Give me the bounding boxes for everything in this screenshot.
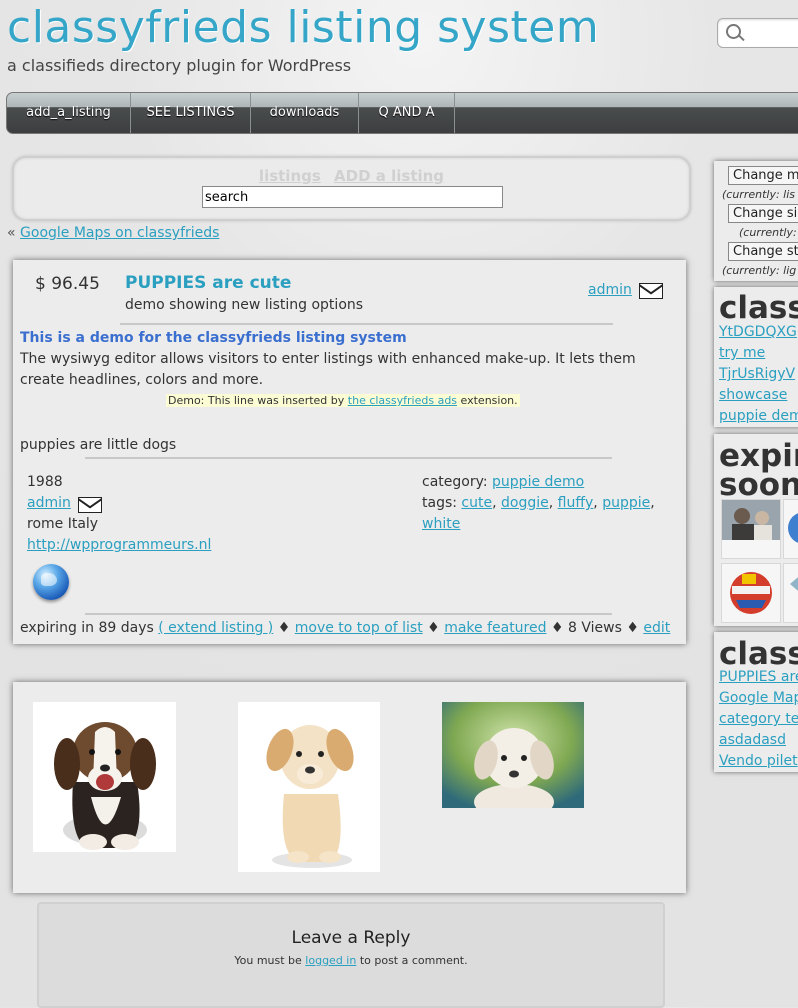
demo-heading: This is a demo for the classyfrieds list… [20, 330, 407, 346]
listing-search-panel: listings ADD a listing [12, 156, 691, 221]
reply-note: You must be logged in to post a comment. [234, 954, 468, 967]
recent-link[interactable]: PUPPIES are [719, 669, 798, 685]
login-link[interactable]: logged in [305, 954, 356, 967]
email-icon[interactable] [639, 283, 663, 299]
make-featured-link[interactable]: make featured [444, 620, 546, 636]
expiring-thumb[interactable] [721, 563, 781, 623]
image-gallery [13, 682, 686, 893]
expiring-thumb[interactable] [783, 499, 798, 559]
tag-link[interactable]: cute [461, 495, 492, 511]
separator: ♦ [277, 620, 291, 636]
tag-link[interactable]: fluffy [558, 495, 594, 511]
separator: ♦ [626, 620, 639, 636]
puppy-image-beagle[interactable] [33, 702, 176, 852]
extend-listing-link[interactable]: ( extend listing ) [158, 620, 273, 636]
author-link[interactable]: admin [588, 282, 632, 298]
current-setting: (currently: lis [722, 188, 796, 201]
website-link[interactable]: http://wpprogrammeurs.nl [27, 537, 211, 553]
listing-footer: expiring in 89 days ( extend listing ) ♦… [20, 620, 670, 636]
nav-downloads[interactable]: downloads [251, 93, 359, 133]
classified-link[interactable]: try me [719, 345, 765, 361]
search-icon [726, 24, 741, 39]
separator: ♦ [550, 620, 564, 636]
sidebar-expiring-soon: expir soon [714, 434, 798, 626]
listing-title[interactable]: PUPPIES are cute [125, 273, 291, 293]
header-search-input[interactable] [717, 18, 798, 48]
globe-icon[interactable] [33, 564, 69, 600]
widget-heading: soon [719, 467, 798, 503]
listing-location: rome Italy [27, 516, 99, 532]
email-icon[interactable] [78, 497, 102, 513]
site-title[interactable]: classyfrieds listing system [7, 0, 599, 56]
author-link-small[interactable]: admin [27, 495, 71, 511]
listing-meta-right: category: puppie demo tags: cute, doggie… [422, 474, 655, 532]
move-to-top-link[interactable]: move to top of list [295, 620, 423, 636]
change-button[interactable]: Change m [728, 166, 798, 185]
recent-link[interactable]: asdadasd [719, 732, 786, 748]
expiring-thumb[interactable] [783, 563, 798, 623]
category-link[interactable]: puppie demo [492, 474, 584, 490]
demo-body: The wysiwyg editor allows visitors to en… [20, 351, 636, 388]
sidebar-style-switcher: Change m (currently: lis Change si (curr… [714, 161, 798, 281]
reply-title: Leave a Reply [291, 928, 411, 948]
divider [85, 457, 612, 459]
classified-link[interactable]: YtDGDQXG [719, 324, 797, 340]
sidebar-recent-classifieds: class PUPPIES are Google Map category te… [714, 632, 798, 772]
extension-link[interactable]: the classyfrieds ads [348, 394, 457, 407]
expiring-text: expiring in 89 days [20, 620, 154, 636]
divider [120, 323, 613, 325]
listing-year: 1988 [27, 474, 63, 490]
tag-link[interactable]: doggie [501, 495, 549, 511]
listing-price: $ 96.45 [35, 274, 100, 294]
add-listing-link[interactable]: ADD a listing [334, 167, 444, 185]
listing-subtitle: demo showing new listing options [125, 297, 364, 313]
puppy-image-white-grass[interactable] [442, 702, 584, 820]
tags-label: tags: [422, 495, 457, 511]
breadcrumb: « Google Maps on classyfrieds [7, 225, 219, 241]
back-arrow-icon: « [7, 225, 16, 241]
comment-section: Leave a Reply You must be logged in to p… [37, 902, 665, 1008]
tag-link[interactable]: white [422, 516, 460, 532]
tag-link[interactable]: puppie [602, 495, 650, 511]
edit-link[interactable]: edit [643, 620, 670, 636]
category-label: category: [422, 474, 488, 490]
listing-card: $ 96.45 PUPPIES are cute demo showing ne… [13, 260, 686, 644]
nav-see-listings[interactable]: SEE LISTINGS [131, 93, 251, 133]
inserted-note: Demo: This line was inserted by the clas… [166, 394, 520, 407]
widget-heading: class [719, 636, 798, 672]
current-setting: (currently: lig [722, 264, 797, 277]
change-button[interactable]: Change si [728, 204, 798, 223]
puppy-image-cream-sitting[interactable] [238, 702, 380, 872]
nav-add-listing[interactable]: add_a_listing [7, 93, 131, 133]
classified-link[interactable]: puppie dem [719, 408, 798, 424]
sidebar-classifieds: class YtDGDQXG try me TjrUsRigyV showcas… [714, 287, 798, 427]
separator: ♦ [427, 620, 440, 636]
previous-post-link[interactable]: Google Maps on classyfrieds [20, 225, 219, 241]
listings-link[interactable]: listings [259, 167, 321, 185]
classified-link[interactable]: TjrUsRigyV [719, 366, 795, 382]
views-count: 8 Views [567, 620, 622, 636]
change-button[interactable]: Change st [728, 242, 798, 261]
listing-search-input[interactable] [202, 186, 503, 208]
current-setting: (currently: [739, 226, 797, 239]
listing-description: puppies are little dogs [20, 437, 177, 453]
listing-meta-left: 1988 admin rome Italy http://wpprogramme… [27, 472, 211, 556]
divider [85, 613, 612, 615]
expiring-thumb[interactable] [721, 499, 781, 559]
recent-link[interactable]: Google Map [719, 690, 798, 706]
site-tagline: a classifieds directory plugin for WordP… [7, 56, 352, 75]
recent-link[interactable]: category te [719, 711, 798, 727]
nav-q-and-a[interactable]: Q AND A [359, 93, 455, 133]
main-nav: add_a_listing SEE LISTINGS downloads Q A… [6, 92, 798, 134]
classified-link[interactable]: showcase [719, 387, 787, 403]
widget-heading: class [719, 290, 798, 326]
recent-link[interactable]: Vendo pilet [719, 753, 798, 769]
